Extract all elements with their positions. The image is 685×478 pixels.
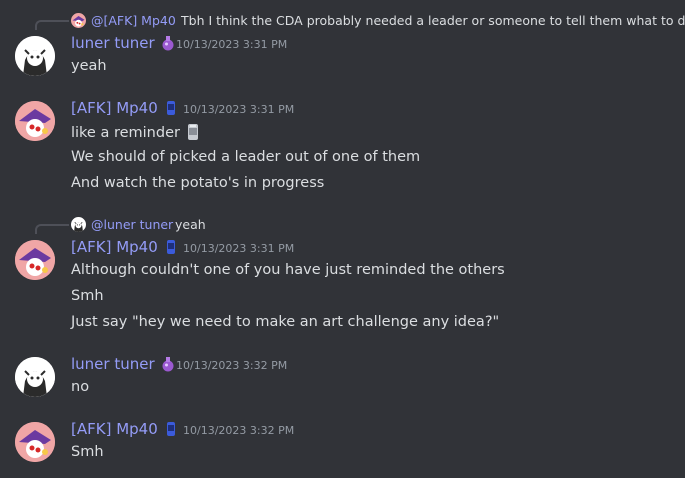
message-text: no [71, 379, 90, 395]
message-text: And watch the potato's in progress [71, 175, 325, 191]
reply-preview[interactable]: @luner tuner yeah [0, 216, 685, 234]
blue-can-icon [163, 421, 179, 437]
reply-text[interactable]: yeah [175, 217, 206, 232]
username[interactable]: luner tuner [71, 355, 176, 373]
reply-spine [35, 20, 69, 30]
avatar[interactable] [15, 101, 55, 141]
timestamp: 10/13/2023 3:31 PM [183, 242, 295, 255]
timestamp: 10/13/2023 3:31 PM [176, 38, 288, 51]
avatar[interactable] [15, 422, 55, 462]
reply-author[interactable]: @luner tuner [91, 217, 173, 232]
message-text: Just say "hey we need to make an art cha… [71, 314, 500, 330]
can-emoji-icon [184, 123, 202, 141]
avatar[interactable] [15, 357, 55, 397]
purple-potion-icon [160, 356, 176, 372]
reply-text[interactable]: Tbh I think the CDA probably needed a le… [181, 13, 685, 28]
message-text: We should of picked a leader out of one … [71, 149, 421, 165]
avatar[interactable] [15, 36, 55, 76]
timestamp: 10/13/2023 3:32 PM [176, 359, 288, 372]
message-text: Smh [71, 288, 104, 304]
timestamp: 10/13/2023 3:31 PM [183, 103, 295, 116]
avatar[interactable] [15, 240, 55, 280]
reply-spine [35, 224, 69, 234]
reply-avatar[interactable] [71, 217, 86, 232]
reply-author[interactable]: @[AFK] Mp40 [91, 13, 176, 28]
message-text: Smh [71, 444, 104, 460]
username[interactable]: [AFK] Mp40 [71, 99, 179, 117]
timestamp: 10/13/2023 3:32 PM [183, 424, 295, 437]
username[interactable]: luner tuner [71, 34, 176, 52]
reply-preview[interactable]: @[AFK] Mp40 Tbh I think the CDA probably… [0, 12, 685, 30]
username[interactable]: [AFK] Mp40 [71, 238, 179, 256]
blue-can-icon [163, 100, 179, 116]
message-text: yeah [71, 58, 107, 74]
purple-potion-icon [160, 35, 176, 51]
reply-avatar[interactable] [71, 13, 86, 28]
message-text: Although couldn't one of you have just r… [71, 262, 505, 278]
message-text: like a reminder [71, 123, 202, 141]
username[interactable]: [AFK] Mp40 [71, 420, 179, 438]
blue-can-icon [163, 239, 179, 255]
